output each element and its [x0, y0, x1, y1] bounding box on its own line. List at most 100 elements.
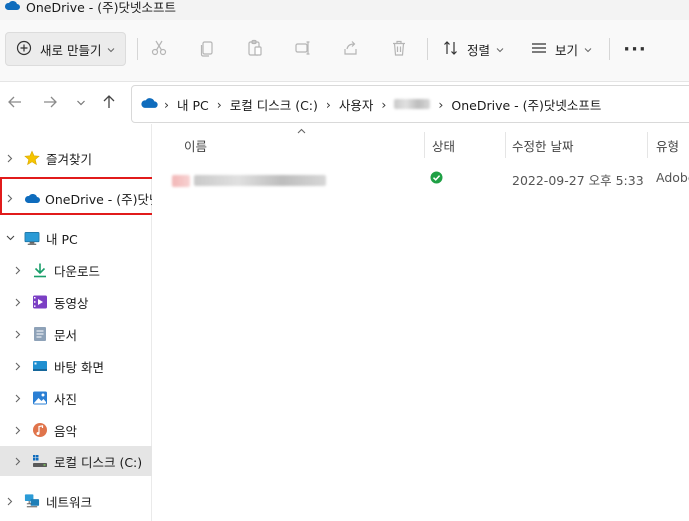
column-divider[interactable] — [505, 132, 506, 158]
sidebar-item-favorites[interactable]: 즐겨찾기 — [0, 143, 152, 173]
toolbar-divider — [137, 38, 138, 60]
music-icon — [32, 422, 48, 438]
sidebar-item-label: 네트워크 — [46, 494, 93, 510]
video-icon — [32, 294, 48, 310]
chevron-right-icon: › — [164, 96, 169, 112]
sidebar-item-label: 바탕 화면 — [54, 359, 104, 375]
chevron-right-icon[interactable] — [4, 495, 16, 507]
chevron-down-icon — [76, 96, 86, 110]
plus-circle-icon — [16, 40, 32, 59]
arrow-up-icon — [102, 94, 116, 113]
sidebar-item-this-pc[interactable]: 내 PC — [0, 223, 152, 253]
rename-icon — [294, 39, 312, 60]
star-icon — [24, 150, 40, 166]
navigation-pane: 즐겨찾기 OneDrive - (주)닷넷 내 PC 다운로드 동영상 문서 바… — [0, 124, 172, 521]
sidebar-item-label: 음악 — [54, 423, 78, 439]
document-icon — [32, 326, 48, 342]
sidebar-item-desktop[interactable]: 바탕 화면 — [0, 351, 152, 381]
window-title: OneDrive - (주)닷넷소프트 — [26, 0, 176, 15]
column-header-modified[interactable]: 수정한 날짜 — [512, 134, 573, 156]
more-options-button[interactable]: ··· — [620, 32, 650, 66]
column-header-type[interactable]: 유형 — [656, 134, 679, 156]
sidebar-item-label: 다운로드 — [54, 263, 101, 279]
delete-button[interactable] — [382, 32, 416, 66]
view-button[interactable]: 보기 — [531, 32, 592, 66]
chevron-down-icon[interactable] — [4, 232, 16, 244]
modified-date: 2022-09-27 오후 5:33 — [512, 173, 644, 188]
chevron-right-icon[interactable] — [12, 296, 24, 308]
address-bar[interactable]: › 내 PC › 로컬 디스크 (C:) › 사용자 › › OneDrive … — [131, 85, 689, 123]
chevron-right-icon[interactable] — [12, 392, 24, 404]
chevron-right-icon[interactable] — [4, 152, 16, 164]
file-type: Adobe — [656, 170, 689, 185]
chevron-right-icon[interactable] — [12, 328, 24, 340]
sort-ascending-icon — [297, 126, 306, 137]
trash-icon — [390, 39, 408, 60]
chevron-right-icon[interactable] — [12, 264, 24, 276]
new-button-label: 새로 만들기 — [40, 42, 102, 58]
highlight-annotation-box — [0, 177, 172, 215]
file-list: 이름 상태 수정한 날짜 유형 2022-09-27 오후 5:33 Adobe — [152, 124, 689, 521]
sidebar-item-label: 로컬 디스크 (C:) — [54, 454, 143, 470]
onedrive-icon — [140, 96, 158, 112]
copy-button[interactable] — [190, 32, 224, 66]
title-bar: OneDrive - (주)닷넷소프트 — [0, 0, 689, 20]
chevron-right-icon: › — [438, 96, 444, 112]
column-divider[interactable] — [647, 132, 648, 158]
view-list-icon — [531, 40, 547, 59]
share-button[interactable] — [334, 32, 368, 66]
table-row[interactable]: 2022-09-27 오후 5:33 Adobe — [152, 166, 689, 190]
synced-status-icon — [430, 171, 443, 187]
toolbar-divider — [427, 38, 428, 60]
desktop-icon — [32, 358, 48, 374]
column-header-status[interactable]: 상태 — [432, 134, 455, 156]
recent-locations-button[interactable] — [70, 92, 92, 114]
breadcrumb-user-redacted[interactable] — [394, 99, 431, 109]
rename-button[interactable] — [286, 32, 320, 66]
sidebar-item-local-disk[interactable]: 로컬 디스크 (C:) — [0, 446, 152, 476]
file-name-redacted — [194, 172, 326, 187]
drive-icon — [32, 453, 48, 469]
sidebar-item-documents[interactable]: 문서 — [0, 319, 152, 349]
sort-button[interactable]: 정렬 — [443, 32, 504, 66]
sidebar-item-videos[interactable]: 동영상 — [0, 287, 152, 317]
copy-icon — [198, 39, 216, 60]
chevron-right-icon[interactable] — [12, 424, 24, 436]
sidebar-item-label: 내 PC — [46, 231, 78, 247]
onedrive-icon — [4, 0, 21, 14]
new-button[interactable]: 새로 만들기 — [5, 32, 126, 66]
column-header-name[interactable]: 이름 — [184, 134, 207, 156]
sidebar-item-network[interactable]: 네트워크 — [0, 486, 152, 516]
navigation-bar: › 내 PC › 로컬 디스크 (C:) › 사용자 › › OneDrive … — [0, 82, 689, 124]
network-icon — [24, 493, 40, 509]
download-icon — [32, 262, 48, 278]
chevron-down-icon — [584, 42, 592, 56]
back-button[interactable] — [4, 92, 26, 114]
chevron-right-icon[interactable] — [12, 360, 24, 372]
sidebar-item-pictures[interactable]: 사진 — [0, 383, 152, 413]
arrow-right-icon — [42, 95, 58, 112]
paste-button[interactable] — [238, 32, 272, 66]
picture-icon — [32, 390, 48, 406]
file-icon — [172, 172, 190, 187]
breadcrumb-this-pc[interactable]: 내 PC — [177, 95, 209, 114]
chevron-right-icon: › — [325, 96, 331, 112]
clipboard-icon — [246, 39, 264, 60]
forward-button[interactable] — [39, 92, 61, 114]
breadcrumb-local-disk[interactable]: 로컬 디스크 (C:) — [230, 95, 318, 114]
sidebar-item-music[interactable]: 음악 — [0, 415, 152, 445]
column-divider[interactable] — [424, 132, 425, 158]
chevron-right-icon: › — [216, 96, 222, 112]
chevron-right-icon[interactable] — [12, 455, 24, 467]
up-button[interactable] — [98, 92, 120, 114]
command-bar: 새로 만들기 정렬 보기 ··· — [0, 20, 689, 82]
sort-label: 정렬 — [467, 42, 491, 58]
breadcrumb-onedrive[interactable]: OneDrive - (주)닷넷소프트 — [451, 95, 601, 114]
pc-icon — [24, 230, 40, 246]
breadcrumb-users[interactable]: 사용자 — [339, 95, 374, 114]
chevron-down-icon — [107, 42, 115, 56]
view-label: 보기 — [555, 42, 579, 58]
chevron-right-icon: › — [381, 96, 387, 112]
sidebar-item-downloads[interactable]: 다운로드 — [0, 255, 152, 285]
cut-button[interactable] — [142, 32, 176, 66]
